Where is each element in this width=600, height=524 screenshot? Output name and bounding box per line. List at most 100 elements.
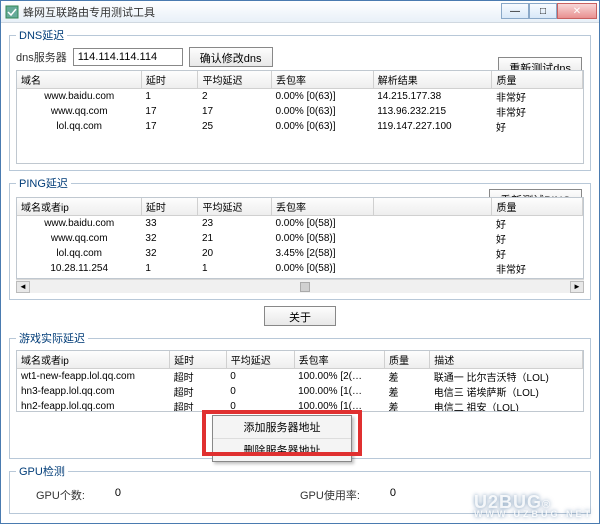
table-row[interactable]: www.qq.com32210.00% [0(58)]好: [17, 231, 583, 246]
cell: 差: [385, 399, 430, 412]
cell: hn2-feapp.lol.qq.com: [17, 399, 170, 412]
cell: 0.00% [0(58)]: [271, 216, 373, 232]
table-row[interactable]: www.baidu.com33230.00% [0(58)] 好: [17, 216, 583, 232]
cell: 23: [198, 216, 272, 232]
cell: www.baidu.com: [17, 89, 141, 105]
cell: 非常好: [492, 261, 583, 276]
cell: 好: [492, 216, 583, 232]
cell: lol.qq.com: [17, 119, 141, 134]
cell: 10.28.11.254: [17, 261, 141, 276]
scroll-left-arrow[interactable]: ◄: [16, 281, 30, 293]
col-host[interactable]: 域名或者ip: [17, 198, 141, 216]
col-desc[interactable]: 描述: [430, 351, 583, 369]
cell: 超时: [170, 399, 227, 412]
col-latency[interactable]: 延时: [141, 198, 198, 216]
table-row[interactable]: wt1-new-feapp.lol.qq.com超时0100.00% [2(…差…: [17, 369, 583, 385]
table-row[interactable]: lol.qq.com17250.00% [0(63)]119.147.227.1…: [17, 119, 583, 134]
col-quality[interactable]: 质量: [385, 351, 430, 369]
cell: 0: [226, 384, 294, 399]
cell: 超时: [170, 384, 227, 399]
cell: 113.96.232.215: [373, 104, 492, 119]
cell: www.qq.com: [17, 231, 141, 246]
cell: 非常好: [492, 89, 583, 105]
cell: 0: [226, 399, 294, 412]
ping-table: 域名或者ip 延时 平均延迟 丢包率 质量 www.baidu.com33230…: [17, 198, 583, 276]
col-quality[interactable]: 质量: [492, 198, 583, 216]
ctx-add-server[interactable]: 添加服务器地址: [213, 416, 351, 439]
cell: 100.00% [2(…: [294, 369, 384, 385]
app-icon: [5, 5, 19, 19]
cell: 100.00% [1(…: [294, 399, 384, 412]
close-button[interactable]: ✕: [557, 3, 597, 19]
window-title: 蜂网互联路由专用测试工具: [23, 4, 155, 20]
cell: 2: [198, 89, 272, 105]
scroll-thumb[interactable]: [300, 282, 310, 292]
cell: 差: [385, 369, 430, 385]
cell: 0: [226, 369, 294, 385]
cell: 1: [141, 89, 198, 105]
ping-header-row: 域名或者ip 延时 平均延迟 丢包率 质量: [17, 198, 583, 216]
col-resolve[interactable]: 解析结果: [373, 71, 492, 89]
cell: 差: [385, 384, 430, 399]
ctx-del-server[interactable]: 删除服务器地址: [213, 439, 351, 461]
watermark: U2BUG® WWW.UZBUG.NET: [474, 492, 593, 519]
cell: [373, 246, 492, 261]
dns-legend: DNS延迟: [16, 27, 67, 43]
minimize-button[interactable]: —: [501, 3, 529, 19]
cell: 20: [198, 246, 272, 261]
table-row[interactable]: hn3-feapp.lol.qq.com超时0100.00% [1(…差电信三 …: [17, 384, 583, 399]
table-row[interactable]: www.baidu.com120.00% [0(63)]14.215.177.3…: [17, 89, 583, 105]
cell: 119.147.227.100: [373, 119, 492, 134]
dns-confirm-button[interactable]: 确认修改dns: [189, 47, 273, 67]
col-loss[interactable]: 丢包率: [271, 71, 373, 89]
col-host[interactable]: 域名或者ip: [17, 351, 170, 369]
cell: www.baidu.com: [17, 216, 141, 232]
table-row[interactable]: www.qq.com17170.00% [0(63)]113.96.232.21…: [17, 104, 583, 119]
col-avg[interactable]: 平均延迟: [198, 71, 272, 89]
cell: 好: [492, 231, 583, 246]
cell: 33: [141, 216, 198, 232]
cell: lol.qq.com: [17, 246, 141, 261]
game-table: 域名或者ip 延时 平均延迟 丢包率 质量 描述 wt1-new-feapp.l…: [17, 351, 583, 412]
game-header-row: 域名或者ip 延时 平均延迟 丢包率 质量 描述: [17, 351, 583, 369]
about-button[interactable]: 关于: [264, 306, 336, 326]
gpu-usage-label: GPU使用率:: [300, 487, 360, 503]
cell: 0.00% [0(58)]: [271, 261, 373, 276]
cell: 0.00% [0(63)]: [271, 119, 373, 134]
game-legend: 游戏实际延迟: [16, 330, 88, 346]
cell: 3.45% [2(58)]: [271, 246, 373, 261]
cell: 非常好: [492, 104, 583, 119]
cell: 0.00% [0(63)]: [271, 104, 373, 119]
cell: 好: [492, 246, 583, 261]
col-latency[interactable]: 延时: [141, 71, 198, 89]
col-loss[interactable]: 丢包率: [294, 351, 384, 369]
cell: wt1-new-feapp.lol.qq.com: [17, 369, 170, 385]
cell: 100.00% [1(…: [294, 384, 384, 399]
col-domain[interactable]: 域名: [17, 71, 141, 89]
gpu-count-label: GPU个数:: [36, 487, 85, 503]
maximize-button[interactable]: □: [529, 3, 557, 19]
ping-hscroll[interactable]: ◄ ►: [16, 279, 584, 293]
col-latency[interactable]: 延时: [170, 351, 227, 369]
col-avg[interactable]: 平均延迟: [226, 351, 294, 369]
table-row[interactable]: lol.qq.com32203.45% [2(58)] 好: [17, 246, 583, 261]
scroll-right-arrow[interactable]: ►: [570, 281, 584, 293]
cell: 1: [198, 261, 272, 276]
table-row[interactable]: 10.28.11.254110.00% [0(58)]非常好: [17, 261, 583, 276]
col-loss[interactable]: 丢包率: [271, 198, 373, 216]
cell: 17: [198, 104, 272, 119]
table-row[interactable]: hn2-feapp.lol.qq.com超时0100.00% [1(…差电信二 …: [17, 399, 583, 412]
gpu-count-value: 0: [115, 487, 121, 503]
col-avg[interactable]: 平均延迟: [198, 198, 272, 216]
col-quality[interactable]: 质量: [492, 71, 583, 89]
cell: 32: [141, 246, 198, 261]
dns-group: DNS延迟 dns服务器 确认修改dns 重新测试dns 域名 延时 平均延迟 …: [9, 27, 591, 171]
col-empty[interactable]: [373, 198, 492, 216]
cell: 联通一 比尔吉沃特（LOL): [430, 369, 583, 385]
gpu-usage-value: 0: [390, 487, 396, 503]
cell: 17: [141, 104, 198, 119]
titlebar: 蜂网互联路由专用测试工具 — □ ✕: [1, 1, 599, 23]
cell: [373, 261, 492, 276]
cell: 25: [198, 119, 272, 134]
dns-server-input[interactable]: [73, 48, 183, 66]
